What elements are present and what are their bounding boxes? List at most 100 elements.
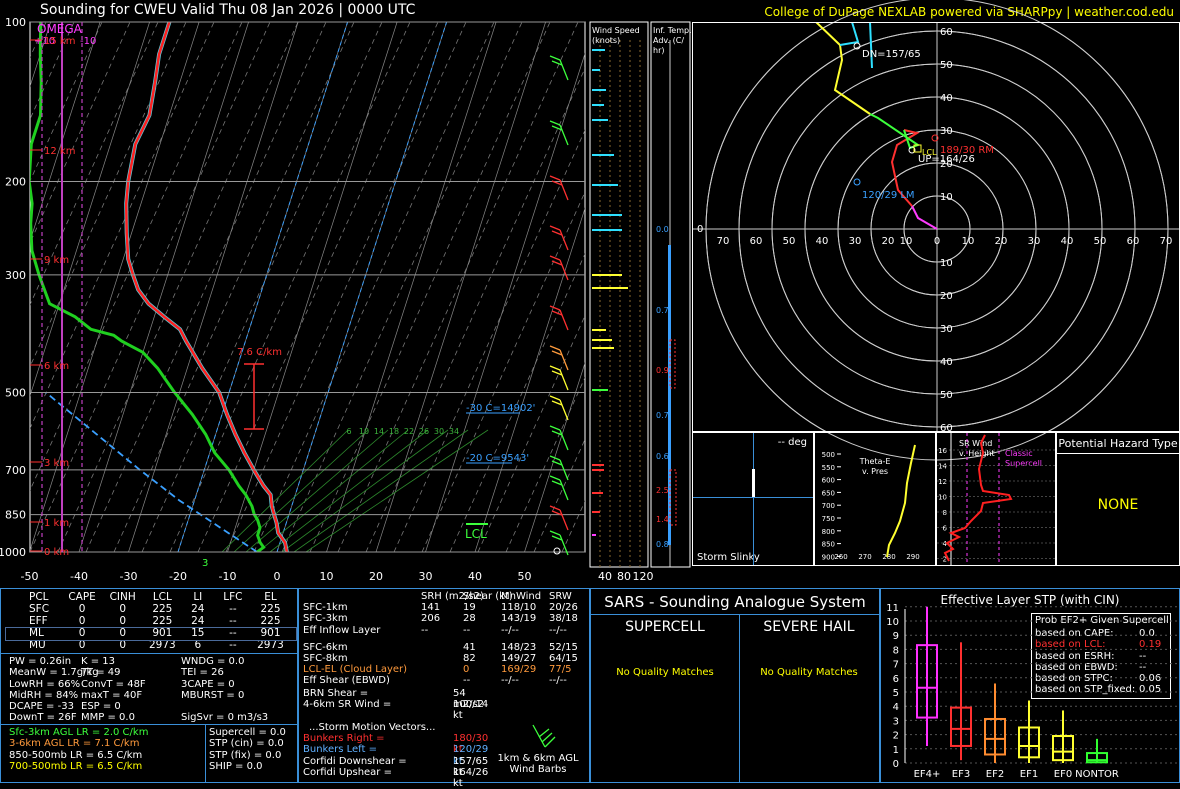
isotherm-minus20-label: -20 C=9543' <box>466 453 529 464</box>
kinematics-cell: SRW <box>549 591 572 602</box>
parcel-header: PCL <box>29 591 49 603</box>
pressure-tick-label: 850 <box>5 509 26 522</box>
parcel-header: LCL <box>152 591 172 603</box>
lapse-rate-label: 7.6 C/km <box>237 347 282 358</box>
wind-barb-staff <box>559 309 569 331</box>
mixing-ratio-line <box>281 429 449 552</box>
omega-label: OMEGA <box>37 22 83 36</box>
parcel-cell: 0 <box>119 615 127 627</box>
corfidi-down-label: Corfidi Downshear = <box>303 755 407 767</box>
sr-wind-panel: SR Wind v. Height Classic Supercell 16 14… <box>936 432 1056 566</box>
stp-y-tick: 10 <box>886 617 899 628</box>
stp-category-label: EF0 <box>1054 769 1072 780</box>
kinematics-cell: 64/15 <box>549 652 578 664</box>
mixing-ratio-label: 6 <box>346 427 351 436</box>
kinematics-cell: 82 <box>463 652 476 664</box>
indices-col2: K = 13 TT = 49 ConvT = 48F maxT = 40F ESP = … <box>81 656 146 724</box>
sars-hail: SEVERE HAIL <box>763 619 855 635</box>
lapse-rate-item: 850-500mb LR = 6.5 C/km <box>9 749 143 761</box>
height-label: 9 km <box>44 255 69 266</box>
pressure-tick-label: 300 <box>5 269 26 282</box>
index-item: MBURST = 0 <box>181 689 245 701</box>
thetae-y-tick: 600 <box>822 477 835 485</box>
kinematics-cell: SFC-6km <box>303 641 348 653</box>
parcel-header: CINH <box>109 591 136 603</box>
temp-tick-label: -50 <box>21 570 39 583</box>
thetae-x-tick: 290 <box>906 553 919 561</box>
wind-barb-flag <box>549 175 561 181</box>
kinematics-row: Eff Inflow Layer -- -- --/-- --/-- <box>303 625 587 636</box>
kinematics-cell: 149/27 <box>501 652 537 664</box>
thetae-panel: Theta-E v. Pres 500 550 600 650 700 750 800 850… <box>814 432 936 566</box>
kinematics-cell: 143/19 <box>501 613 537 625</box>
wind-barb-flag <box>549 475 561 481</box>
parcel-cell: 0 <box>78 615 86 627</box>
stp-y-tick: 2 <box>893 731 899 742</box>
stp-y-tick: 8 <box>893 645 899 656</box>
slinky-marker <box>752 469 755 497</box>
wind-speed-tick: 80 <box>617 570 631 583</box>
mixing-ratio-label: 22 <box>404 427 414 436</box>
kinematics-cell: SFC-1km <box>303 602 348 614</box>
parcel-header: CAPE <box>68 591 96 603</box>
mixing-ratio-label: 34 <box>449 427 459 436</box>
wind-speed-tick: 120 <box>633 570 654 583</box>
wind-barb-staff <box>559 399 569 421</box>
height-label: 0 km <box>44 547 69 558</box>
height-label: 12 km <box>44 146 75 157</box>
mixing-ratio-label: 18 <box>389 427 399 436</box>
wind-barb-flag <box>549 345 561 351</box>
wind-barb-flag <box>549 120 561 126</box>
index-item: MMP = 0.0 <box>81 712 135 724</box>
srwind-y-tick: 8 <box>943 509 947 517</box>
wind-speed-frame <box>589 21 649 568</box>
temp-adv-value: 0.6 <box>656 452 669 461</box>
stp-y-tick: 3 <box>893 716 899 727</box>
mixing-ratio-label: 10 <box>359 427 369 436</box>
corfidi-up-label: Corfidi Upshear = <box>303 766 392 778</box>
kinematics-cell: SFC-3km <box>303 613 348 625</box>
composite-item: STP (fix) = 0.0 <box>209 749 282 761</box>
wind-barb-staff <box>559 124 569 146</box>
isotherm-line <box>326 22 497 552</box>
parcel-cell: -- <box>229 615 237 627</box>
index-item: ConvT = 48F <box>81 678 146 690</box>
wind-speed-title-2: (knots) <box>592 36 620 45</box>
temp-adv-value: 2.5 <box>656 486 669 495</box>
pressure-tick-label: 1000 <box>0 546 26 559</box>
srwind-46-label: 4-6km SR Wind = <box>303 699 392 710</box>
index-item: TT = 49 <box>81 667 121 679</box>
composite-item: SHIP = 0.0 <box>209 760 263 772</box>
sars-hail-result: No Quality Matches <box>760 667 858 678</box>
parcel-cell: 24 <box>191 615 205 627</box>
height-label: 6 km <box>44 361 69 372</box>
sars-title: SARS - Sounding Analogue System <box>604 593 866 611</box>
kinematics-cell: -- <box>463 675 471 687</box>
thetae-y-tick: 750 <box>822 515 835 523</box>
temp-adv-value: 0.7 <box>656 411 669 420</box>
thetae-x-tick: 280 <box>882 553 895 561</box>
storm-slinky-panel: -- deg Storm Slinky <box>692 432 814 566</box>
kinematics-cell: --/-- <box>549 624 567 636</box>
isotherm-line <box>0 22 1 552</box>
parcel-table: PCL CAPE CINH LCL LI LFC EL SFC 0 0 225 24 -- 225 EFF… <box>29 591 289 651</box>
wind-barb-staff <box>559 429 569 451</box>
index-item: K = 13 <box>81 656 116 667</box>
stp-y-tick: 9 <box>893 631 899 642</box>
temp-tick-label: 10 <box>320 570 334 583</box>
srwind-y-tick: 16 <box>938 447 947 455</box>
pressure-tick-label: 100 <box>5 16 26 29</box>
parcel-row: SFC 0 0 225 24 -- 225 <box>29 603 289 615</box>
thetae-y-tick: 500 <box>822 451 835 459</box>
thetae-chart: 5005506006507007508008509009501000260270… <box>822 444 920 561</box>
kinematics-cell: 141 <box>421 602 441 614</box>
temp-tick-label: -40 <box>70 570 88 583</box>
temp-adv-value: 0.9 <box>656 366 669 375</box>
thetae-trace <box>886 444 916 558</box>
wind-barb-flag <box>549 395 561 401</box>
sars-supercell: SUPERCELL <box>625 619 705 635</box>
parcel-header: LI <box>193 591 203 603</box>
stp-panel: Effective Layer STP (with CIN) Prob EF2+… <box>880 588 1180 783</box>
kinematics-cell: --/-- <box>501 675 519 687</box>
srwind-y-tick: 10 <box>938 494 947 502</box>
